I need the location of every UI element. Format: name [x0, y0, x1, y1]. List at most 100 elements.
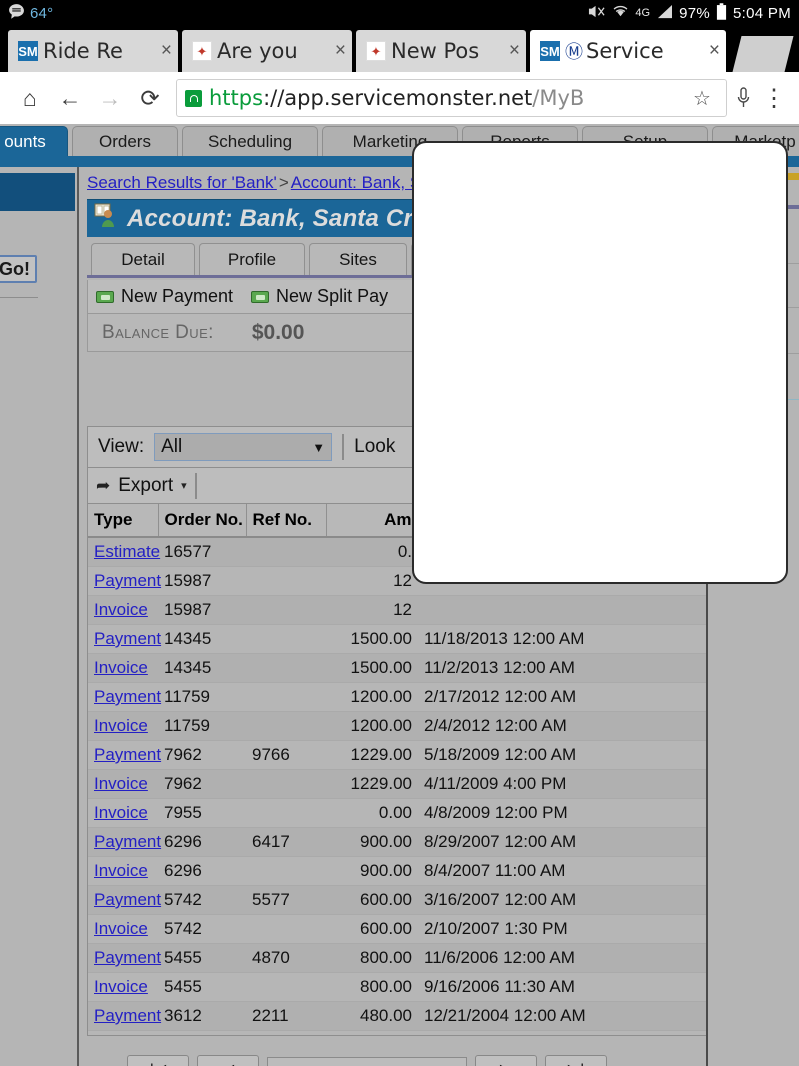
page-title: Account: Bank, Santa Cr	[127, 204, 413, 232]
nav-tab-label: Scheduling	[207, 131, 293, 151]
pager-first-button[interactable]: |◀	[127, 1055, 189, 1066]
close-icon[interactable]: ×	[509, 40, 520, 62]
table-row[interactable]: Payment 6296 6417 900.00 8/29/2007 12:00 AM	[88, 827, 786, 857]
row-type-link[interactable]: Payment	[94, 629, 161, 648]
column-header-order-no[interactable]: Order No.	[158, 504, 247, 538]
reload-icon[interactable]: ⟳	[130, 78, 170, 118]
table-row[interactable]: Invoice 7955 0.00 4/8/2009 12:00 PM	[88, 798, 786, 828]
sidebar-go-button[interactable]: Go!	[0, 255, 37, 283]
balance-due-value: $0.00	[251, 320, 305, 344]
new-payment-button[interactable]: New Payment	[96, 286, 233, 307]
tab-label: Detail	[121, 249, 165, 269]
row-type-link[interactable]: Estimate	[94, 542, 160, 561]
cell-amount: 600.00	[326, 914, 418, 944]
column-header-type[interactable]: Type	[88, 504, 159, 538]
row-type-link[interactable]: Payment	[94, 948, 161, 967]
row-type-link[interactable]: Payment	[94, 745, 161, 764]
cell-type: Invoice	[88, 972, 158, 1002]
servicemonster-logo-icon: Ⓜ	[565, 42, 583, 62]
column-header-amount[interactable]: Am	[326, 504, 419, 538]
new-tab-button[interactable]	[732, 36, 794, 72]
table-row[interactable]: Invoice 15987 12	[88, 595, 786, 625]
close-icon[interactable]: ×	[709, 40, 720, 62]
row-type-link[interactable]: Invoice	[94, 861, 148, 880]
row-type-link[interactable]: Invoice	[94, 1035, 148, 1036]
cell-type: Payment	[88, 1001, 161, 1031]
table-row[interactable]: Invoice 11759 1200.00 2/4/2012 12:00 AM	[88, 711, 786, 741]
table-row[interactable]: Payment 11759 1200.00 2/17/2012 12:00 AM	[88, 682, 786, 712]
close-icon[interactable]: ×	[161, 40, 172, 62]
cell-type: Payment	[88, 566, 161, 596]
nav-tab-orders[interactable]: Orders	[72, 126, 178, 156]
nav-tab-accounts[interactable]: ounts	[0, 126, 68, 156]
star-icon[interactable]: ☆	[686, 86, 718, 111]
cell-order-no: 15987	[158, 566, 246, 596]
breadcrumb-link-account[interactable]: Account: Bank, S	[291, 173, 421, 192]
table-row[interactable]: Payment 5742 5577 600.00 3/16/2007 12:00 AM	[88, 885, 786, 915]
row-type-link[interactable]: Invoice	[94, 977, 148, 996]
row-type-link[interactable]: Payment	[94, 890, 161, 909]
row-type-link[interactable]: Invoice	[94, 600, 148, 619]
cell-amount: 1200.00	[326, 711, 418, 741]
row-type-link[interactable]: Invoice	[94, 658, 148, 677]
cell-type: Invoice	[88, 856, 158, 886]
table-row[interactable]: Payment 3612 2211 480.00 12/21/2004 12:00 AM	[88, 1001, 786, 1031]
row-type-link[interactable]: Payment	[94, 571, 161, 590]
table-row[interactable]: Invoice 7962 1229.00 4/11/2009 4:00 PM	[88, 769, 786, 799]
row-type-link[interactable]: Invoice	[94, 803, 148, 822]
pager-last-button[interactable]: ▶|	[545, 1055, 607, 1066]
browser-tab-2[interactable]: ✦ Are you ×	[182, 30, 352, 72]
pager-page-input[interactable]	[267, 1057, 467, 1066]
table-row[interactable]: Invoice 6296 900.00 8/4/2007 11:00 AM	[88, 856, 786, 886]
three-dot-menu-icon[interactable]: ⋮	[759, 84, 789, 113]
tab-detail[interactable]: Detail	[91, 243, 195, 275]
pager-next-button[interactable]: ▶	[475, 1055, 537, 1066]
home-icon[interactable]: ⌂	[10, 78, 50, 118]
cell-order-no: 5455	[158, 943, 246, 973]
toolbar-divider	[194, 472, 197, 499]
app-sidebar: Go!	[0, 167, 79, 1066]
cell-type: Invoice	[88, 1030, 158, 1036]
cell-amount: 600.00	[326, 885, 418, 915]
table-row[interactable]: Invoice3612480.0012/4/2004 11:00 AM	[88, 1030, 786, 1036]
table-row[interactable]: Payment 7962 9766 1229.00 5/18/2009 12:00 AM	[88, 740, 786, 770]
tab-profile[interactable]: Profile	[199, 243, 305, 275]
export-button[interactable]: Export	[118, 475, 173, 497]
table-row[interactable]: Invoice 5742 600.00 2/10/2007 1:30 PM	[88, 914, 786, 944]
forward-icon[interactable]: →	[90, 78, 130, 118]
row-type-link[interactable]: Invoice	[94, 774, 148, 793]
table-row[interactable]: Invoice 14345 1500.00 11/2/2013 12:00 AM	[88, 653, 786, 683]
chevron-down-icon[interactable]: ▾	[181, 479, 187, 492]
cell-type: Invoice	[88, 798, 158, 828]
back-icon[interactable]: ←	[50, 78, 90, 118]
cell-type: Payment	[88, 740, 161, 770]
row-type-link[interactable]: Payment	[94, 1006, 161, 1025]
table-row[interactable]: Payment 5455 4870 800.00 11/6/2006 12:00 AM	[88, 943, 786, 973]
breadcrumb-link-search-results[interactable]: Search Results for 'Bank'	[87, 173, 277, 192]
pager-prev-button[interactable]: ◀	[197, 1055, 259, 1066]
table-row[interactable]: Invoice 5455 800.00 9/16/2006 11:30 AM	[88, 972, 786, 1002]
row-type-link[interactable]: Invoice	[94, 716, 148, 735]
row-type-link[interactable]: Invoice	[94, 919, 148, 938]
view-select-value: All	[161, 436, 183, 457]
tab-sites[interactable]: Sites	[309, 243, 407, 275]
overlay-popup-panel[interactable]	[412, 141, 788, 584]
cell-ref-no	[246, 537, 326, 567]
table-row[interactable]: Payment 14345 1500.00 11/18/2013 12:00 AM	[88, 624, 786, 654]
nav-tab-scheduling[interactable]: Scheduling	[182, 126, 318, 156]
browser-tab-4[interactable]: SM Ⓜ Service ×	[530, 30, 726, 72]
close-icon[interactable]: ×	[335, 40, 346, 62]
row-type-link[interactable]: Payment	[94, 832, 161, 851]
column-header-ref-no[interactable]: Ref No.	[246, 504, 327, 538]
url-input[interactable]: https://app.servicemonster.net/MyB ☆	[176, 79, 727, 117]
browser-tab-1[interactable]: SM Ride Re ×	[8, 30, 178, 72]
microphone-icon[interactable]	[727, 87, 759, 109]
lookup-label[interactable]: Look	[354, 436, 395, 458]
row-type-link[interactable]: Payment	[94, 687, 161, 706]
new-split-payment-button[interactable]: New Split Pay	[251, 286, 388, 307]
cell-ref-no: 2211	[246, 1001, 326, 1031]
browser-tab-3[interactable]: ✦ New Pos ×	[356, 30, 526, 72]
cell-ref-no	[246, 624, 326, 654]
url-separator: ://	[263, 86, 285, 110]
view-select[interactable]: All ▼	[154, 433, 333, 461]
